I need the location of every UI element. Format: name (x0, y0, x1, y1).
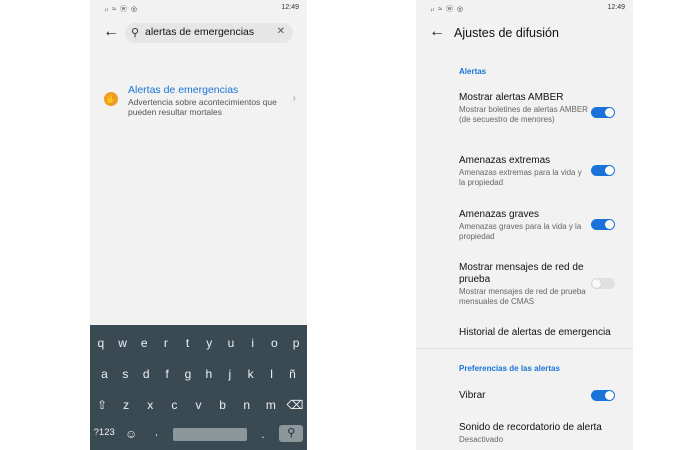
back-arrow-icon[interactable]: ← (429, 23, 445, 41)
keyboard-row-3: ⇧ zxcvbnm ⌫ (90, 398, 307, 412)
section-alerts-heading: Alertas (459, 67, 487, 76)
hand-icon: ✋ (104, 92, 118, 106)
search-icon: ⚲ (131, 27, 140, 39)
setting-test-messages[interactable]: Mostrar mensajes de red de prueba Mostra… (459, 262, 627, 306)
keyboard-search-icon[interactable]: ⚲ (279, 425, 304, 442)
period-key[interactable]: . (254, 427, 272, 442)
search-input[interactable] (145, 26, 265, 38)
key-j[interactable]: j (221, 367, 239, 381)
setting-reminder-sound[interactable]: Sonido de recordatorio de alerta Desacti… (459, 422, 627, 445)
backspace-key-icon[interactable]: ⌫ (286, 398, 304, 412)
setting-description: Mostrar boletines de alertas AMBER (de s… (459, 105, 588, 124)
key-p[interactable]: p (287, 336, 305, 350)
setting-description: Amenazas graves para la vida y la propie… (459, 222, 582, 241)
setting-severe-threats[interactable]: Amenazas graves Amenazas graves para la … (459, 209, 627, 241)
status-time: 12:49 (607, 4, 625, 11)
key-r[interactable]: r (157, 336, 175, 350)
phone-broadcast-settings-screen: ᵢₗ ≈ ⓦ ◎ 12:49 ← Ajustes de difusión Ale… (416, 0, 633, 450)
status-bar: ᵢₗ ≈ ⓦ ◎ 12:49 (416, 0, 633, 16)
setting-title: Mostrar alertas AMBER (459, 92, 564, 103)
key-t[interactable]: t (179, 336, 197, 350)
symbols-key[interactable]: ?123 (94, 427, 115, 442)
setting-vibrate[interactable]: Vibrar (459, 390, 627, 402)
setting-title: Vibrar (459, 390, 486, 401)
key-g[interactable]: g (179, 367, 197, 381)
status-bar: ᵢₗ ≈ ⓦ ◎ 12:49 (90, 0, 307, 16)
result-description: Advertencia sobre acontecimientos que pu… (128, 97, 277, 117)
key-a[interactable]: a (95, 367, 113, 381)
result-title: Alertas de emergencias (128, 84, 239, 96)
alert-history-item[interactable]: Historial de alertas de emergencia (459, 327, 627, 339)
key-v[interactable]: v (189, 398, 207, 412)
key-u[interactable]: u (222, 336, 240, 350)
vibrate-toggle[interactable] (591, 390, 615, 401)
key-s[interactable]: s (116, 367, 134, 381)
setting-title: Amenazas extremas (459, 155, 551, 166)
key-m[interactable]: m (262, 398, 280, 412)
keyboard: qwertyuiop asdfghjklñ ⇧ zxcvbnm ⌫ ?123 ☺… (90, 325, 307, 450)
search-result-item[interactable]: ✋ Alertas de emergencias Advertencia sob… (104, 84, 300, 124)
key-l[interactable]: l (263, 367, 281, 381)
key-n[interactable]: n (238, 398, 256, 412)
key-c[interactable]: c (165, 398, 183, 412)
key-k[interactable]: k (242, 367, 260, 381)
keyboard-row-1: qwertyuiop (90, 336, 307, 350)
status-left-icons: ᵢₗ ≈ ⓦ ◎ (431, 6, 465, 13)
key-q[interactable]: q (92, 336, 110, 350)
keyboard-row-2: asdfghjklñ (90, 367, 307, 381)
setting-value: Desactivado (459, 435, 504, 444)
setting-title: Mostrar mensajes de red de prueba (459, 262, 584, 285)
setting-description: Amenazas extremas para la vida y la prop… (459, 168, 582, 187)
key-i[interactable]: i (244, 336, 262, 350)
setting-title: Amenazas graves (459, 209, 540, 220)
status-left-icons: ᵢₗ ≈ ⓦ ◎ (105, 6, 139, 13)
divider (416, 348, 633, 349)
key-ñ[interactable]: ñ (283, 367, 301, 381)
shift-key-icon[interactable]: ⇧ (93, 398, 111, 412)
space-key[interactable] (172, 428, 247, 441)
key-e[interactable]: e (135, 336, 153, 350)
severe-threats-toggle[interactable] (591, 219, 615, 230)
key-x[interactable]: x (141, 398, 159, 412)
emoji-key-icon[interactable]: ☺ (122, 427, 140, 442)
amber-toggle[interactable] (591, 107, 615, 118)
status-time: 12:49 (281, 4, 299, 11)
key-b[interactable]: b (214, 398, 232, 412)
clear-icon[interactable]: ✕ (277, 26, 285, 37)
setting-amber[interactable]: Mostrar alertas AMBER Mostrar boletines … (459, 92, 627, 124)
setting-description: Mostrar mensajes de red de prueba mensua… (459, 287, 586, 306)
section-preferences-heading: Preferencias de las alertas (459, 364, 560, 373)
search-bar[interactable]: ⚲ ✕ (125, 23, 293, 43)
comma-key[interactable]: , (147, 427, 165, 442)
key-w[interactable]: w (114, 336, 132, 350)
key-h[interactable]: h (200, 367, 218, 381)
extreme-threats-toggle[interactable] (591, 165, 615, 176)
chevron-right-icon: › (292, 93, 296, 104)
key-o[interactable]: o (265, 336, 283, 350)
back-arrow-icon[interactable]: ← (103, 23, 119, 41)
setting-title: Sonido de recordatorio de alerta (459, 422, 602, 433)
phone-search-screen: ᵢₗ ≈ ⓦ ◎ 12:49 ← ⚲ ✕ ✋ Alertas de emerge… (90, 0, 307, 450)
key-d[interactable]: d (137, 367, 155, 381)
setting-extreme-threats[interactable]: Amenazas extremas Amenazas extremas para… (459, 155, 627, 187)
test-messages-toggle[interactable] (591, 278, 615, 289)
setting-title: Historial de alertas de emergencia (459, 327, 611, 338)
page-title: Ajustes de difusión (454, 26, 559, 40)
keyboard-row-4: ?123 ☺ , . ⚲ (90, 425, 307, 442)
key-z[interactable]: z (117, 398, 135, 412)
key-y[interactable]: y (200, 336, 218, 350)
key-f[interactable]: f (158, 367, 176, 381)
